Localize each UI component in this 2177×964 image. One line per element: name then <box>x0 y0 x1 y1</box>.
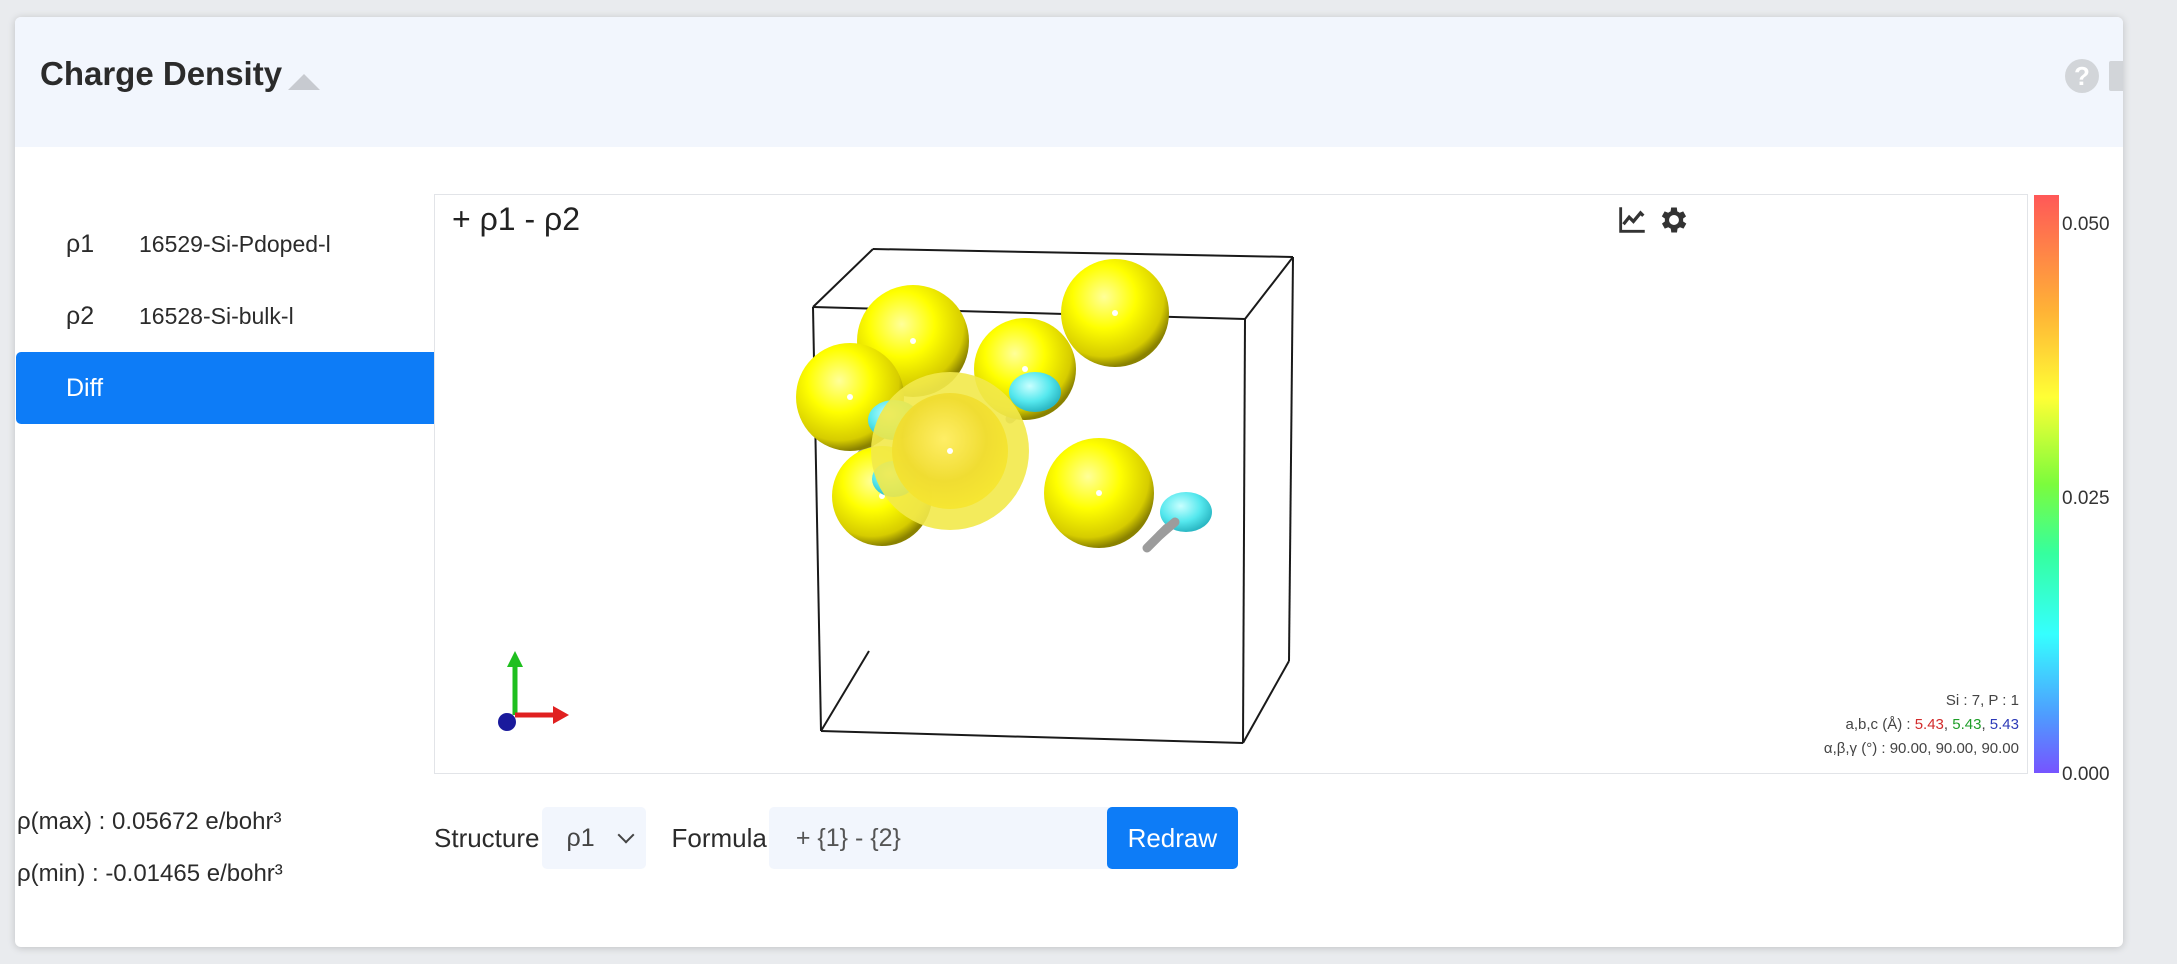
lattice-b: 5.43 <box>1952 716 1982 733</box>
lattice-abc-text: a,b,c (Å) : 5.43, 5.43, 5.43 <box>1845 716 2019 733</box>
redraw-button[interactable]: Redraw <box>1106 807 1238 869</box>
structure-select-value: ρ1 <box>566 823 595 852</box>
help-icon[interactable]: ? <box>2065 59 2099 93</box>
formula-title: + ρ1 - ρ2 <box>452 201 581 237</box>
list-item-name: 16529-Si-Pdoped-l <box>139 230 331 257</box>
list-item-label: Diff <box>66 373 104 402</box>
axes-icon <box>498 651 569 731</box>
structure-label: Structure <box>434 822 540 853</box>
p-atom-center <box>871 372 1029 530</box>
rho-min-value: ρ(min) : -0.01465 e/bohr³ <box>17 860 283 887</box>
list-item-rho1[interactable]: ρ1 16529-Si-Pdoped-l <box>16 208 445 280</box>
list-item-symbol: ρ2 <box>66 301 95 330</box>
list-item-diff[interactable]: Diff <box>16 352 445 424</box>
card-header: Charge Density ? <box>15 17 2123 147</box>
colorbar-max-label: 0.050 <box>2062 214 2110 235</box>
list-item-rho2[interactable]: ρ2 16528-Si-bulk-l <box>16 280 445 352</box>
colorbar <box>2034 195 2059 773</box>
si-atom-front <box>1155 517 1180 540</box>
density-stats: ρ(max) : 0.05672 e/bohr³ ρ(min) : -0.014… <box>17 808 283 912</box>
density-list: ρ1 16529-Si-Pdoped-l ρ2 16528-Si-bulk-l … <box>16 208 445 424</box>
colorbar-mid-label: 0.025 <box>2062 488 2110 509</box>
formula-input[interactable] <box>768 807 1109 869</box>
formula-label: Formula <box>671 822 767 853</box>
lattice-angles-text: α,β,γ (°) : 90.00, 90.00, 90.00 <box>1823 740 2019 757</box>
colorbar-min-label: 0.000 <box>2062 764 2110 785</box>
page-title: Charge Density <box>40 55 283 92</box>
cell-info: Si : 7, P : 1 a,b,c (Å) : 5.43, 5.43, 5.… <box>1824 689 2019 761</box>
lattice-a: 5.43 <box>1914 716 1944 733</box>
rho-max-value: ρ(max) : 0.05672 e/bohr³ <box>17 808 282 835</box>
structure-viewer[interactable]: + ρ1 - ρ2 Si : 7, P : 1 a,b,c (Å) : 5.43… <box>434 194 2028 774</box>
composition-text: Si : 7, P : 1 <box>1945 692 2019 709</box>
caret-up-icon[interactable] <box>288 74 320 90</box>
chart-icon[interactable] <box>1615 203 1649 237</box>
gear-icon[interactable] <box>1657 203 1691 237</box>
list-item-name: 16528-Si-bulk-l <box>139 302 294 329</box>
lattice-c: 5.43 <box>1989 716 2019 733</box>
note-icon[interactable] <box>2109 61 2123 91</box>
chevron-down-icon <box>617 826 634 844</box>
list-item-symbol: ρ1 <box>66 229 95 258</box>
structure-canvas[interactable] <box>435 195 2029 775</box>
controls-bar: Structure ρ1 Formula Redraw <box>434 806 1238 870</box>
structure-select[interactable]: ρ1 <box>541 807 646 869</box>
